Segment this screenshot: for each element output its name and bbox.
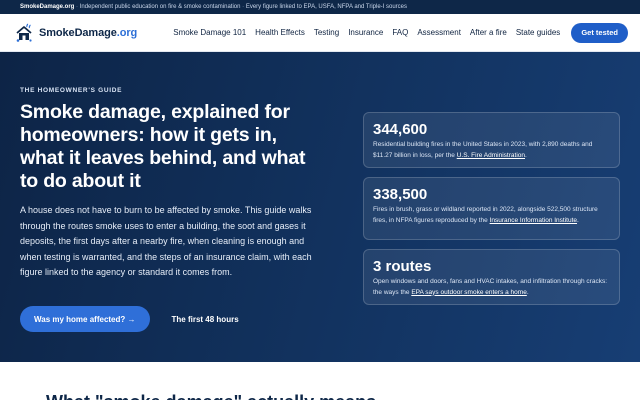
nav-item-state-guides[interactable]: State guides	[516, 28, 560, 37]
nav-item-testing[interactable]: Testing	[314, 28, 339, 37]
hero-lede: A house does not have to burn to be affe…	[20, 205, 312, 277]
hero-eyebrow: THE HOMEOWNER'S GUIDE	[20, 87, 123, 94]
topbar-sources-note: Every figure linked to EPA, USFA, NFPA a…	[245, 4, 408, 10]
below-fold-section: What "smoke damage" actually means	[0, 362, 640, 400]
nav-item-assessment[interactable]: Assessment	[417, 28, 461, 37]
was-my-home-affected-button[interactable]: Was my home affected? →	[20, 306, 150, 332]
iii-link[interactable]: Insurance Information Institute	[490, 217, 577, 224]
nav-item-faq[interactable]: FAQ	[392, 28, 408, 37]
topbar-brand[interactable]: SmokeDamage.org	[20, 4, 74, 10]
stat-description: Fires in brush, grass or wildland report…	[373, 206, 598, 224]
section-heading: What "smoke damage" actually means	[46, 392, 376, 400]
stat-description: Open windows and doors, fans and HVAC in…	[373, 278, 608, 296]
nav-item-after-a-fire[interactable]: After a fire	[470, 28, 507, 37]
stat-description: Residential building fires in the United…	[373, 141, 593, 159]
stat-card-residential-fires: 344,600 Residential building fires in th…	[363, 112, 620, 168]
nav-item-health-effects[interactable]: Health Effects	[255, 28, 305, 37]
site-logo[interactable]: SmokeDamage.org	[14, 23, 137, 43]
get-tested-button[interactable]: Get tested	[571, 22, 628, 43]
stat-card-smoke-routes: 3 routes Open windows and doors, fans an…	[363, 249, 620, 305]
house-smoke-logo-icon	[16, 23, 32, 42]
nav-menu: Smoke Damage 101 Health Effects Testing …	[164, 22, 628, 43]
epa-link[interactable]: EPA says outdoor smoke enters a home	[411, 289, 527, 296]
stat-value: 344,600	[373, 121, 428, 138]
top-info-bar: SmokeDamage.org · Independent public edu…	[0, 0, 640, 14]
hero-section: THE HOMEOWNER'S GUIDE Smoke damage, expl…	[0, 52, 640, 362]
nav-item-smoke-damage-101[interactable]: Smoke Damage 101	[173, 28, 246, 37]
nav-item-insurance[interactable]: Insurance	[348, 28, 383, 37]
topbar-tagline: Independent public education on fire & s…	[79, 4, 241, 10]
hero-actions: Was my home affected? → The first 48 hou…	[20, 306, 239, 332]
stat-value: 338,500	[373, 186, 428, 203]
first-48-hours-link[interactable]: The first 48 hours	[172, 315, 239, 324]
usfa-link[interactable]: U.S. Fire Administration	[457, 152, 525, 159]
hero-headline: Smoke damage, explained for homeowners: …	[20, 101, 306, 192]
logo-text: SmokeDamage.org	[39, 26, 138, 39]
stat-card-wildland-fires: 338,500 Fires in brush, grass or wildlan…	[363, 177, 620, 240]
stat-value: 3 routes	[373, 258, 432, 275]
main-navigation: SmokeDamage.org Smoke Damage 101 Health …	[0, 14, 640, 52]
